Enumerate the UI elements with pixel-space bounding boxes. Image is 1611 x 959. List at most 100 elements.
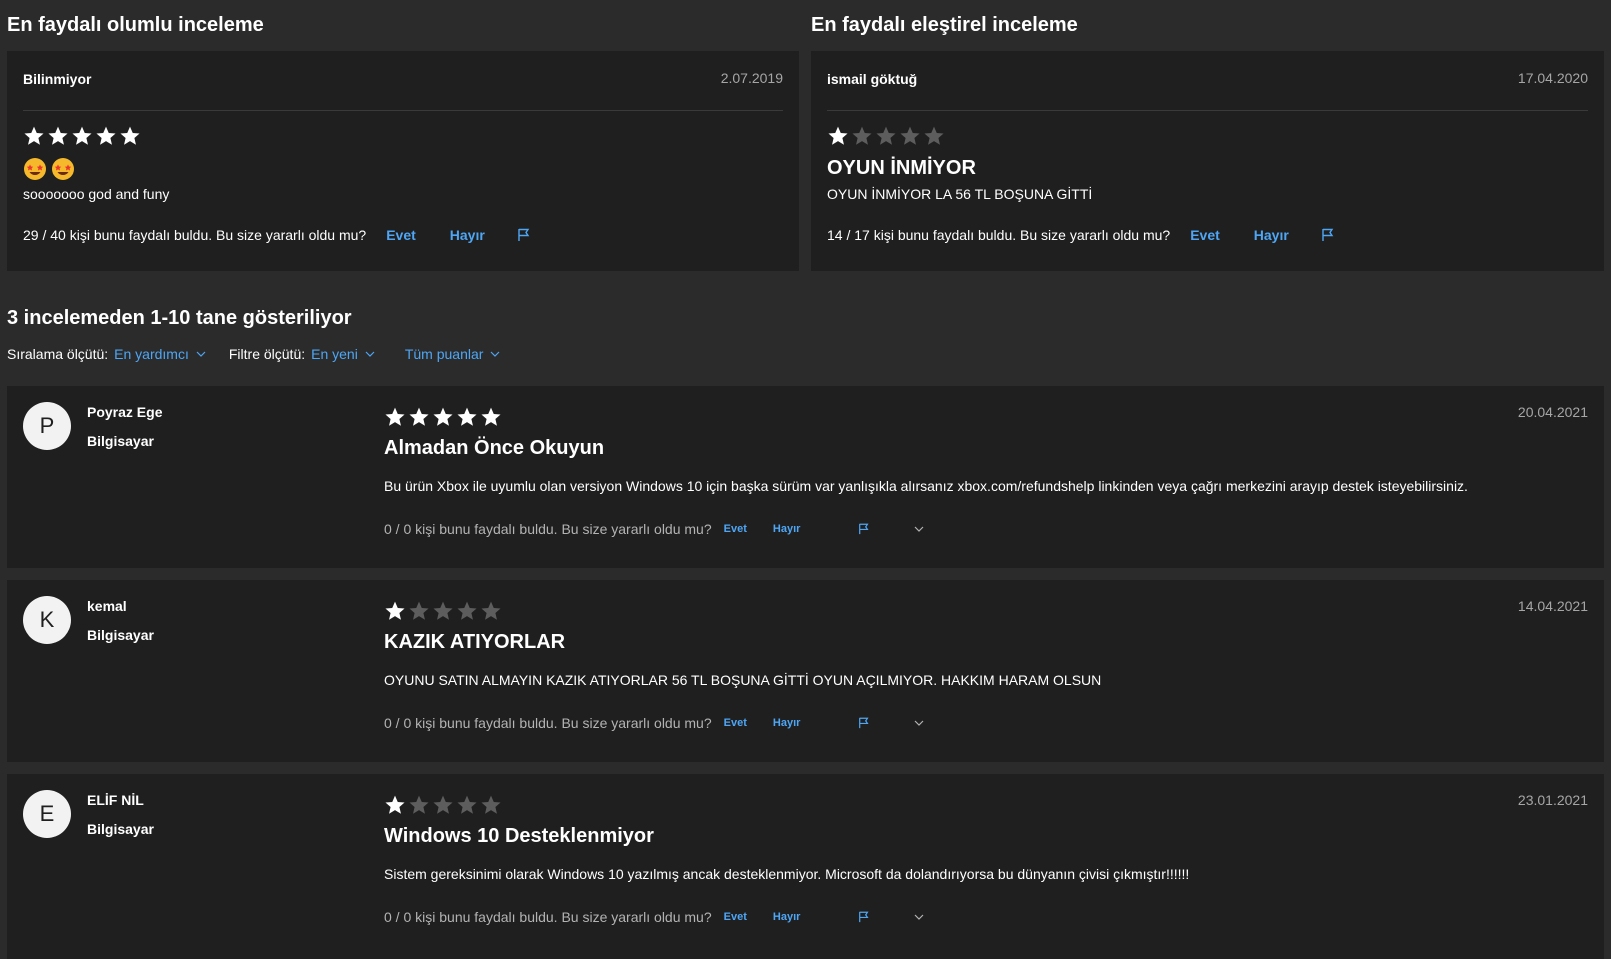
chevron-down-icon[interactable] [914,718,924,728]
report-flag-icon[interactable] [858,523,870,535]
star-filled-icon [480,406,502,428]
star-rating [384,600,502,622]
report-flag-icon[interactable] [517,228,531,242]
helpful-no-button[interactable]: Hayır [773,911,801,923]
positive-review-heading: En faydalı olumlu inceleme [7,14,264,36]
helpful-row: 0 / 0 kişi bunu faydalı buldu. Bu size y… [384,715,924,731]
reviews-count-heading: 3 incelemeden 1-10 tane gösteriliyor [7,307,352,329]
review-body: sooooooo god and funy [23,186,170,202]
report-flag-icon[interactable] [1321,228,1335,242]
star-empty-icon [480,794,502,816]
review-author: Bilinmiyor [23,71,92,87]
helpful-yes-button[interactable]: Evet [1190,227,1220,243]
star-empty-icon [456,600,478,622]
helpful-row: 14 / 17 kişi bunu faydalı buldu. Bu size… [827,227,1335,243]
chevron-down-icon [490,349,500,359]
helpful-text: 0 / 0 kişi bunu faydalı buldu. Bu size y… [384,715,712,731]
report-flag-icon[interactable] [858,717,870,729]
review-body: OYUNU SATIN ALMAYIN KAZIK ATIYORLAR 56 T… [384,672,1102,688]
review-title: OYUN İNMİYOR [827,157,976,179]
review-author: ismail göktuğ [827,71,918,87]
helpful-yes-button[interactable]: Evet [724,911,747,923]
helpful-yes-button[interactable]: Evet [724,523,747,535]
rating-filter-dropdown[interactable]: Tüm puanlar [405,346,501,362]
filter-dropdown[interactable]: En yeni [311,346,375,362]
reviewer-device: Bilgisayar [87,821,154,837]
helpful-row: 29 / 40 kişi bunu faydalı buldu. Bu size… [23,227,531,243]
star-rating [384,406,502,428]
review-card: P Poyraz Ege Bilgisayar 20.04.2021 Almad… [7,386,1604,568]
reviewer-device: Bilgisayar [87,627,154,643]
chevron-down-icon [365,349,375,359]
star-empty-icon [875,125,897,147]
sort-dropdown[interactable]: En yardımcı [114,346,206,362]
star-filled-icon [384,794,406,816]
chevron-down-icon [196,349,206,359]
star-filled-icon [827,125,849,147]
star-filled-icon [71,125,93,147]
star-empty-icon [899,125,921,147]
helpful-text: 29 / 40 kişi bunu faydalı buldu. Bu size… [23,227,367,243]
avatar: K [23,596,71,644]
avatar: P [23,402,71,450]
star-rating [384,794,502,816]
star-empty-icon [480,600,502,622]
review-body: Bu ürün Xbox ile uyumlu olan versiyon Wi… [384,478,1468,494]
chevron-down-icon[interactable] [914,912,924,922]
star-empty-icon [456,794,478,816]
review-body: OYUN İNMİYOR LA 56 TL BOŞUNA GİTTİ [827,186,1093,202]
review-date: 2.07.2019 [720,70,783,86]
reviewer-name: ELİF NİL [87,792,144,808]
star-empty-icon [432,794,454,816]
sort-filter-row: Sıralama ölçütü: En yardımcı Filtre ölçü… [7,346,500,362]
star-empty-icon [923,125,945,147]
helpful-no-button[interactable]: Hayır [773,717,801,729]
helpful-text: 0 / 0 kişi bunu faydalı buldu. Bu size y… [384,909,712,925]
helpful-yes-button[interactable]: Evet [386,227,416,243]
helpful-row: 0 / 0 kişi bunu faydalı buldu. Bu size y… [384,909,924,925]
star-filled-icon [384,406,406,428]
chevron-down-icon[interactable] [914,524,924,534]
critical-review-heading: En faydalı eleştirel inceleme [811,14,1078,36]
star-rating [23,125,141,147]
star-filled-icon [456,406,478,428]
star-filled-icon [432,406,454,428]
reviewer-name: kemal [87,598,127,614]
reviewer-device: Bilgisayar [87,433,154,449]
review-date: 14.04.2021 [1517,598,1588,614]
star-filled-icon [408,406,430,428]
sort-value: En yardımcı [114,346,189,362]
star-struck-emoji [51,157,75,181]
helpful-yes-button[interactable]: Evet [724,717,747,729]
helpful-no-button[interactable]: Hayır [1254,227,1289,243]
helpful-no-button[interactable]: Hayır [773,523,801,535]
emoji-row [23,157,75,181]
featured-critical-review: ismail göktuğ 17.04.2020 OYUN İNMİYOR OY… [811,51,1604,271]
star-filled-icon [95,125,117,147]
star-struck-emoji [23,157,47,181]
rating-filter-value: Tüm puanlar [404,346,484,362]
star-empty-icon [851,125,873,147]
star-filled-icon [23,125,45,147]
filter-label: Filtre ölçütü: [228,346,306,362]
sort-label: Sıralama ölçütü: [7,346,109,362]
star-empty-icon [408,794,430,816]
review-date: 23.01.2021 [1517,792,1588,808]
star-filled-icon [47,125,69,147]
star-empty-icon [432,600,454,622]
review-title: KAZIK ATIYORLAR [384,631,566,653]
filter-value: En yeni [311,346,358,362]
helpful-no-button[interactable]: Hayır [450,227,485,243]
featured-positive-review: Bilinmiyor 2.07.2019 sooooooo god and fu… [7,51,799,271]
divider [23,110,783,111]
star-filled-icon [384,600,406,622]
divider [827,110,1588,111]
review-card: E ELİF NİL Bilgisayar 23.01.2021 Windows… [7,774,1604,959]
review-date: 20.04.2021 [1517,404,1588,420]
helpful-row: 0 / 0 kişi bunu faydalı buldu. Bu size y… [384,521,924,537]
report-flag-icon[interactable] [858,911,870,923]
review-title: Windows 10 Desteklenmiyor [384,825,654,847]
review-title: Almadan Önce Okuyun [384,437,605,459]
helpful-text: 0 / 0 kişi bunu faydalı buldu. Bu size y… [384,521,712,537]
star-empty-icon [408,600,430,622]
